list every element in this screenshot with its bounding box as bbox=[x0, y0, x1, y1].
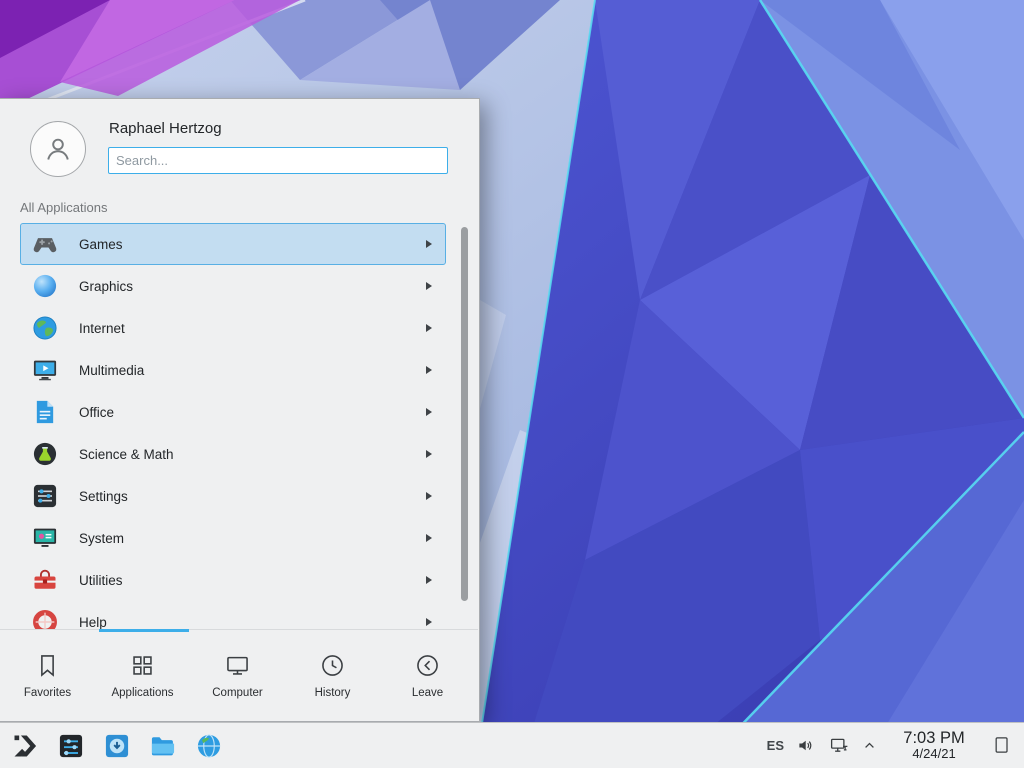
sliders-icon bbox=[31, 482, 59, 510]
tab-label: History bbox=[315, 687, 351, 699]
taskbar-app-file-manager[interactable] bbox=[146, 729, 180, 763]
toolbox-icon bbox=[31, 566, 59, 594]
category-label: Multimedia bbox=[79, 363, 144, 378]
category-row-internet[interactable]: Internet bbox=[20, 307, 446, 349]
volume-icon bbox=[797, 736, 816, 755]
active-tab-indicator bbox=[99, 629, 189, 632]
caret-up-icon bbox=[863, 739, 876, 752]
user-avatar[interactable] bbox=[30, 121, 86, 177]
network-icon bbox=[829, 735, 850, 756]
person-icon bbox=[40, 131, 76, 167]
submenu-arrow-icon bbox=[426, 450, 432, 458]
tab-computer[interactable]: Computer bbox=[190, 630, 285, 721]
launcher-tabbar: Favorites Applications Computer History bbox=[0, 629, 478, 721]
category-list: Games Graphics Internet bbox=[20, 223, 446, 629]
submenu-arrow-icon bbox=[426, 408, 432, 416]
clock-date: 4/24/21 bbox=[897, 747, 971, 762]
category-row-multimedia[interactable]: Multimedia bbox=[20, 349, 446, 391]
category-label: Help bbox=[79, 615, 107, 630]
user-name: Raphael Hertzog bbox=[109, 120, 222, 137]
category-row-office[interactable]: Office bbox=[20, 391, 446, 433]
category-label: Games bbox=[79, 237, 123, 252]
submenu-arrow-icon bbox=[426, 366, 432, 374]
taskbar-app-discover[interactable] bbox=[100, 729, 134, 763]
clock-time: 7:03 PM bbox=[897, 729, 971, 747]
digital-clock[interactable]: 7:03 PM 4/24/21 bbox=[897, 729, 971, 762]
category-row-settings[interactable]: Settings bbox=[20, 475, 446, 517]
plasma-kickoff-icon bbox=[11, 732, 39, 760]
submenu-arrow-icon bbox=[426, 324, 432, 332]
tab-leave[interactable]: Leave bbox=[380, 630, 475, 721]
taskbar: ES 7:03 PM 4/24/21 bbox=[0, 722, 1024, 768]
tab-label: Applications bbox=[111, 687, 173, 699]
category-row-science-math[interactable]: Science & Math bbox=[20, 433, 446, 475]
tab-applications[interactable]: Applications bbox=[95, 630, 190, 721]
globe-icon bbox=[31, 314, 59, 342]
category-label: Internet bbox=[79, 321, 125, 336]
kickoff-launcher-button[interactable] bbox=[8, 729, 42, 763]
list-scrollbar-thumb[interactable] bbox=[461, 227, 468, 601]
help-ring-icon bbox=[31, 608, 59, 629]
discover-app-icon bbox=[103, 732, 131, 760]
submenu-arrow-icon bbox=[426, 492, 432, 500]
document-icon bbox=[31, 398, 59, 426]
network-tray-button[interactable] bbox=[829, 735, 850, 756]
tab-history[interactable]: History bbox=[285, 630, 380, 721]
submenu-arrow-icon bbox=[426, 618, 432, 626]
media-monitor-icon bbox=[31, 356, 59, 384]
settings-sliders-app-icon bbox=[57, 732, 85, 760]
computer-icon bbox=[224, 652, 251, 679]
show-desktop-button[interactable] bbox=[992, 735, 1012, 755]
browser-globe-icon bbox=[195, 732, 223, 760]
keyboard-layout-indicator[interactable]: ES bbox=[767, 738, 784, 753]
leave-icon bbox=[414, 652, 441, 679]
grid-icon bbox=[129, 652, 156, 679]
category-label: Settings bbox=[79, 489, 128, 504]
sphere-icon bbox=[31, 272, 59, 300]
tab-favorites[interactable]: Favorites bbox=[0, 630, 95, 721]
category-row-utilities[interactable]: Utilities bbox=[20, 559, 446, 601]
tray-expander-button[interactable] bbox=[863, 739, 876, 752]
taskbar-app-browser[interactable] bbox=[192, 729, 226, 763]
category-row-help[interactable]: Help bbox=[20, 601, 446, 629]
submenu-arrow-icon bbox=[426, 240, 432, 248]
category-label: Office bbox=[79, 405, 114, 420]
tab-label: Computer bbox=[212, 687, 263, 699]
system-monitor-icon bbox=[31, 524, 59, 552]
system-tray: ES 7:03 PM 4/24/21 bbox=[767, 729, 1016, 762]
list-scrollbar-track[interactable] bbox=[461, 225, 468, 627]
bookmark-icon bbox=[34, 652, 61, 679]
gamepad-icon bbox=[31, 230, 59, 258]
submenu-arrow-icon bbox=[426, 576, 432, 584]
category-row-system[interactable]: System bbox=[20, 517, 446, 559]
application-launcher: Raphael Hertzog All Applications Games bbox=[0, 98, 480, 722]
folder-app-icon bbox=[149, 732, 177, 760]
category-row-graphics[interactable]: Graphics bbox=[20, 265, 446, 307]
volume-tray-button[interactable] bbox=[797, 736, 816, 755]
tab-label: Leave bbox=[412, 687, 443, 699]
category-label: System bbox=[79, 531, 124, 546]
category-label: Science & Math bbox=[79, 447, 174, 462]
submenu-arrow-icon bbox=[426, 282, 432, 290]
show-desktop-icon bbox=[992, 735, 1012, 755]
category-label: Graphics bbox=[79, 279, 133, 294]
tab-label: Favorites bbox=[24, 687, 71, 699]
section-label: All Applications bbox=[20, 200, 107, 215]
flask-icon bbox=[31, 440, 59, 468]
clock-icon bbox=[319, 652, 346, 679]
category-label: Utilities bbox=[79, 573, 123, 588]
category-row-games[interactable]: Games bbox=[20, 223, 446, 265]
search-input[interactable] bbox=[108, 147, 448, 174]
submenu-arrow-icon bbox=[426, 534, 432, 542]
desktop: Raphael Hertzog All Applications Games bbox=[0, 0, 1024, 768]
taskbar-app-settings[interactable] bbox=[54, 729, 88, 763]
